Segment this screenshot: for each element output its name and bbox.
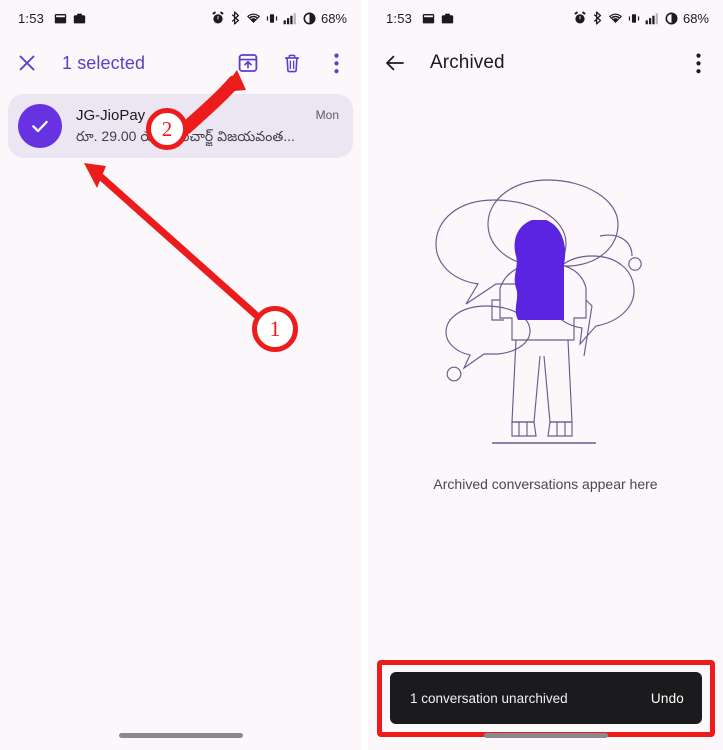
annotation-marker-1: 1 xyxy=(252,306,298,352)
undo-button[interactable]: Undo xyxy=(651,691,684,706)
back-arrow-icon[interactable] xyxy=(382,50,408,76)
battery-icon xyxy=(665,12,678,24)
overflow-menu-icon[interactable] xyxy=(685,50,711,76)
status-time: 1:53 xyxy=(386,10,413,26)
close-icon[interactable] xyxy=(14,50,40,76)
status-time: 1:53 xyxy=(18,10,45,26)
status-left-icons xyxy=(422,12,454,25)
status-left-icons xyxy=(54,12,86,25)
bluetooth-icon xyxy=(231,11,240,25)
battery-percent: 68% xyxy=(682,10,709,26)
archive-icon[interactable] xyxy=(235,50,261,76)
alarm-icon xyxy=(574,11,586,24)
battery-percent: 68% xyxy=(320,10,347,26)
conversation-timestamp: Mon xyxy=(315,108,339,122)
avatar-selected-check[interactable] xyxy=(18,104,62,148)
status-bar-left: 1:53 68% xyxy=(0,0,361,36)
signal-icon xyxy=(283,12,296,24)
selection-app-bar: 1 selected xyxy=(0,36,361,90)
wifi-icon xyxy=(246,13,260,23)
phone-screen-archived: 1:53 68% Archived Archived conversations… xyxy=(368,0,723,750)
conversation-snippet: రూ. 29.00 యొక్క రిచార్జ్ విజయవంత... xyxy=(76,127,295,144)
archived-actions xyxy=(685,50,711,76)
page-title: Archived xyxy=(430,52,505,73)
conversation-sender: JG-JioPay xyxy=(76,106,146,124)
overflow-menu-icon[interactable] xyxy=(323,50,349,76)
snackbar-message: 1 conversation unarchived xyxy=(410,690,568,706)
calendar-icon xyxy=(54,13,67,23)
archived-empty-state: Archived conversations appear here xyxy=(368,160,723,492)
annotation-marker-2: 2 xyxy=(146,108,188,150)
check-icon xyxy=(32,120,48,133)
signal-icon xyxy=(645,12,658,24)
empty-state-caption: Archived conversations appear here xyxy=(433,476,658,492)
person-with-speech-bubbles-illustration xyxy=(434,179,642,444)
gesture-nav-bar-right[interactable] xyxy=(483,733,608,738)
gesture-nav-bar-left[interactable] xyxy=(118,733,243,738)
camera-icon xyxy=(441,13,454,23)
selection-actions xyxy=(235,50,349,76)
archived-app-bar: Archived xyxy=(368,36,723,90)
vibrate-icon xyxy=(628,13,640,23)
screenshot-stage: 1:53 68% 1 selected JG-JioPay రూ. 29.00 … xyxy=(0,0,723,750)
battery-icon xyxy=(303,12,316,24)
status-right-icons: 68% xyxy=(211,11,347,26)
conversation-text: JG-JioPay రూ. 29.00 యొక్క రిచార్జ్ విజయవ… xyxy=(76,106,302,147)
bluetooth-icon xyxy=(593,11,602,25)
camera-icon xyxy=(73,13,86,23)
trash-icon[interactable] xyxy=(279,50,305,76)
wifi-icon xyxy=(608,13,622,23)
vibrate-icon xyxy=(266,13,278,23)
snackbar: 1 conversation unarchived Undo xyxy=(390,672,702,724)
selection-count-title: 1 selected xyxy=(62,52,146,73)
status-bar-right: 1:53 68% xyxy=(368,0,723,36)
status-right-icons: 68% xyxy=(573,11,709,26)
alarm-icon xyxy=(212,11,224,24)
calendar-icon xyxy=(422,13,435,23)
